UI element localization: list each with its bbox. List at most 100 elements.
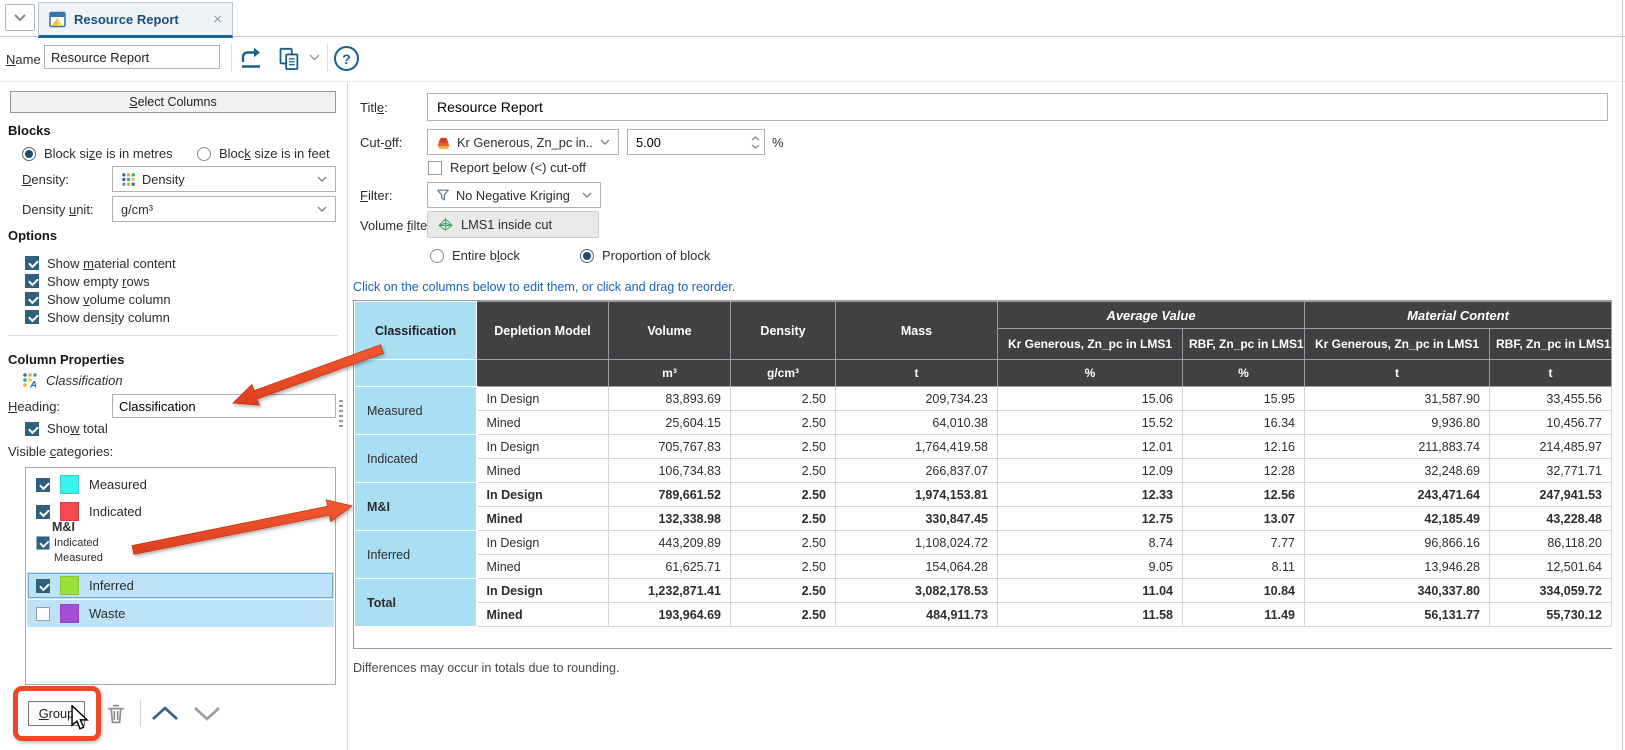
block-size-metres-label: Block size is in metres	[44, 146, 173, 161]
column-header-avg-kr[interactable]: Kr Generous, Zn_pc in LMS1	[997, 328, 1183, 360]
category-row-measured[interactable]: Measured	[27, 471, 334, 498]
select-columns-button[interactable]: Select Columns	[10, 91, 336, 113]
value-cell: 15.52	[997, 410, 1183, 435]
checkbox-checked-icon[interactable]	[36, 536, 50, 550]
column-header-avg-rbf[interactable]: RBF, Zn_pc in LMS1	[1182, 328, 1305, 360]
group-button[interactable]: Group	[28, 701, 85, 726]
show-density-column-checkbox[interactable]: Show density column	[25, 309, 170, 325]
delete-button[interactable]	[103, 701, 129, 727]
cutoff-select[interactable]: Kr Generous, Zn_pc in...	[427, 129, 619, 155]
checkbox-checked-icon	[25, 292, 39, 306]
checkbox-checked-icon	[36, 578, 50, 593]
help-button[interactable]: ?	[334, 46, 359, 71]
move-up-button[interactable]	[150, 704, 180, 726]
block-size-feet-radio[interactable]: Block size is in feet	[197, 146, 330, 161]
column-properties-heading: Column Properties	[8, 352, 125, 367]
interpolant-icon	[437, 137, 450, 149]
volume-filter-chip[interactable]: LMS1 inside cut	[427, 211, 599, 238]
chevron-down-icon	[309, 54, 320, 61]
proportion-of-block-radio[interactable]: Proportion of block	[579, 248, 710, 263]
divider	[8, 335, 338, 336]
depletion-model-cell: Mined	[476, 458, 609, 483]
value-cell: 31,587.90	[1304, 386, 1490, 411]
option-label: Show density column	[47, 309, 170, 325]
column-header-mc-kr[interactable]: Kr Generous, Zn_pc in LMS1	[1304, 328, 1490, 360]
column-header-density[interactable]: Density	[730, 301, 836, 360]
report-below-checkbox[interactable]: Report below (<) cut-off	[428, 160, 586, 175]
radio-unselected-icon	[197, 146, 211, 161]
blocks-heading: Blocks	[8, 123, 51, 138]
value-cell: 56,131.77	[1304, 602, 1490, 627]
depletion-model-cell: Mined	[476, 506, 609, 531]
show-empty-rows-checkbox[interactable]: Show empty rows	[25, 273, 150, 289]
value-cell: 15.95	[1182, 386, 1305, 411]
value-cell: 96,866.16	[1304, 530, 1490, 555]
entire-block-radio[interactable]: Entire block	[430, 248, 520, 263]
copy-dropdown-button[interactable]	[309, 54, 320, 61]
entire-block-label: Entire block	[452, 248, 520, 263]
panel-splitter[interactable]	[347, 83, 348, 750]
reorder-hint: Click on the columns below to edit them,…	[353, 280, 736, 294]
checkbox-checked-icon	[25, 256, 39, 270]
column-header-volume[interactable]: Volume	[608, 301, 731, 360]
show-material-content-checkbox[interactable]: Show material content	[25, 255, 176, 271]
value-cell: 64,010.38	[835, 410, 998, 435]
filter-select[interactable]: No Negative Kriging	[427, 182, 601, 208]
value-cell: 266,837.07	[835, 458, 998, 483]
chevron-up-icon	[152, 706, 178, 720]
column-header-mc-rbf[interactable]: RBF, Zn_pc in LMS1	[1489, 328, 1612, 360]
density-value: Density	[142, 171, 185, 187]
value-cell: 12.75	[997, 506, 1183, 531]
heading-input[interactable]	[112, 394, 336, 418]
chevron-down-icon	[317, 176, 327, 182]
copy-button[interactable]	[276, 46, 303, 73]
splitter-grip-icon[interactable]	[339, 400, 343, 428]
show-volume-column-checkbox[interactable]: Show volume column	[25, 291, 171, 307]
density-select[interactable]: Density	[112, 166, 336, 192]
cutoff-percent-spinner[interactable]	[627, 129, 765, 155]
name-label: Name	[6, 52, 41, 67]
report-row: M&I In Design 789,661.52 2.50 1,974,153.81 12…	[354, 482, 1612, 531]
depletion-model-cell: In Design	[476, 530, 609, 555]
category-row-waste[interactable]: Waste	[27, 600, 334, 627]
color-swatch	[60, 502, 79, 521]
checkbox-checked-icon	[25, 274, 39, 288]
column-header-mass[interactable]: Mass	[835, 301, 998, 360]
name-input[interactable]	[44, 45, 220, 69]
title-input[interactable]	[427, 93, 1608, 121]
report-row: Mined 61,625.71 2.50 154,064.28 9.05 8.11 13,9…	[355, 554, 1612, 579]
value-cell: 16.34	[1182, 410, 1305, 435]
block-size-metres-radio[interactable]: Block size is in metres	[22, 146, 173, 161]
checkbox-checked-icon	[25, 310, 39, 324]
depletion-model-cell: Mined	[476, 554, 609, 579]
unit-cell	[476, 359, 609, 387]
checkbox-unchecked-icon	[428, 160, 442, 175]
unit-cell: t	[1304, 359, 1490, 387]
block-size-feet-label: Block size is in feet	[219, 146, 330, 161]
tab-close-icon[interactable]: ×	[213, 12, 222, 27]
tab-resource-report[interactable]: Resource Report ×	[38, 2, 233, 38]
move-down-button[interactable]	[192, 704, 222, 726]
cutoff-percent-input[interactable]	[628, 134, 746, 150]
tab-list-dropdown-button[interactable]	[5, 4, 35, 31]
value-cell: 132,338.98	[608, 506, 731, 531]
value-cell: 12.16	[1182, 434, 1305, 459]
toolbar-divider	[327, 44, 328, 72]
report-row: Mined 193,964.69 2.50 484,911.73 11.58 11.49 5…	[355, 602, 1612, 627]
funnel-icon	[437, 189, 449, 201]
value-cell: 2.50	[730, 458, 836, 483]
value-cell: 154,064.28	[835, 554, 998, 579]
show-total-checkbox[interactable]: Show total	[25, 421, 108, 436]
category-row-inferred[interactable]: Inferred	[27, 572, 334, 599]
spinner-arrows[interactable]	[746, 135, 764, 149]
value-cell: 11.49	[1182, 602, 1305, 627]
column-header-depletion-model[interactable]: Depletion Model	[476, 301, 609, 360]
density-unit-select[interactable]: g/cm³	[112, 196, 336, 222]
export-button[interactable]	[238, 46, 264, 72]
value-cell: 2.50	[730, 386, 836, 411]
trash-icon	[107, 704, 125, 724]
column-header-classification[interactable]: Classification	[354, 301, 477, 360]
value-cell: 12.01	[997, 434, 1183, 459]
value-cell: 330,847.45	[835, 506, 998, 531]
classification-cell: Indicated	[354, 434, 478, 483]
